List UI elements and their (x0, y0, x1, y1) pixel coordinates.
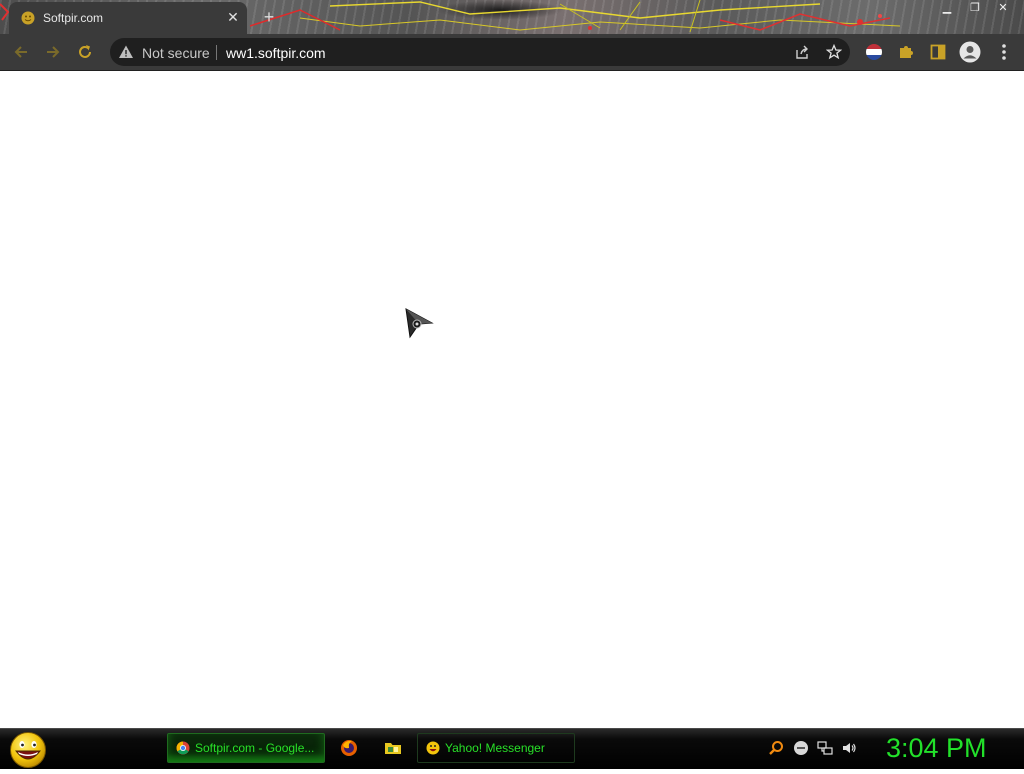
puzzle-glyph (900, 46, 913, 58)
web-page-content[interactable] (0, 71, 1024, 728)
address-bar[interactable]: Not secure ww1.softpir.com (110, 38, 850, 66)
messenger-status-icon[interactable] (793, 740, 809, 756)
forward-button[interactable] (41, 40, 65, 64)
arrow-left-icon (14, 46, 27, 58)
profile-glyph (959, 41, 981, 63)
restore-icon[interactable]: ❐ (962, 0, 988, 16)
volume-icon[interactable] (841, 740, 857, 756)
window-controls: ▁ ❐ ✕ (934, 0, 1016, 16)
security-label[interactable]: Not secure (142, 45, 210, 61)
taskbar-item-yahoo-messenger[interactable]: Yahoo! Messenger (417, 733, 575, 763)
side-panel-glyph (930, 44, 946, 60)
browser-toolbar: Not secure ww1.softpir.com (0, 34, 1024, 71)
plus-icon[interactable]: + (258, 7, 280, 27)
folder-icon[interactable] (384, 739, 402, 757)
profile-icon[interactable] (958, 40, 982, 64)
title-bar: Softpir.com ✕ + ▁ ❐ ✕ (0, 0, 1024, 34)
arrow-right-icon (47, 46, 60, 58)
browser-tab[interactable]: Softpir.com ✕ (9, 2, 247, 34)
minimize-icon[interactable]: ▁ (934, 0, 960, 16)
taskbar-item-label: Softpir.com - Google... (195, 741, 315, 755)
firefox-icon[interactable] (340, 739, 358, 757)
smiley-favicon-icon (21, 11, 35, 25)
omnibox-separator (216, 45, 217, 60)
star-glyph (826, 44, 842, 60)
flag-extension-icon[interactable] (862, 40, 886, 64)
reload-icon (79, 45, 91, 58)
flag-glyph (866, 44, 882, 60)
back-button[interactable] (9, 40, 33, 64)
kebab-menu-icon[interactable] (992, 40, 1016, 64)
reload-button[interactable] (73, 40, 97, 64)
search-icon[interactable] (768, 740, 784, 756)
star-icon[interactable] (825, 43, 843, 61)
warning-icon[interactable] (118, 44, 134, 60)
side-panel-icon[interactable] (926, 40, 950, 64)
tab-title: Softpir.com (43, 11, 104, 25)
kebab-glyph (1002, 44, 1006, 60)
taskbar-clock[interactable]: 3:04 PM (886, 733, 987, 764)
smiley-icon (426, 741, 440, 755)
url-text[interactable]: ww1.softpir.com (226, 45, 326, 61)
smiley-start-icon (10, 732, 46, 768)
chrome-icon (176, 741, 190, 755)
taskbar: Softpir.com - Google... Yahoo! Messenger (0, 728, 1024, 769)
taskbar-item-label: Yahoo! Messenger (445, 741, 545, 755)
taskbar-item-chrome[interactable]: Softpir.com - Google... (167, 733, 325, 763)
volume-glyph (843, 743, 856, 753)
share-icon[interactable] (793, 43, 811, 61)
search-glyph (769, 741, 783, 755)
puzzle-icon[interactable] (894, 40, 918, 64)
close-icon[interactable]: ✕ (225, 9, 241, 25)
messenger-status-glyph (794, 741, 808, 755)
network-icon[interactable] (817, 740, 833, 756)
window-close-icon[interactable]: ✕ (990, 0, 1016, 16)
share-glyph (796, 45, 808, 59)
mouse-cursor-icon (405, 308, 434, 339)
network-glyph (817, 741, 833, 755)
start-button[interactable] (8, 731, 48, 769)
